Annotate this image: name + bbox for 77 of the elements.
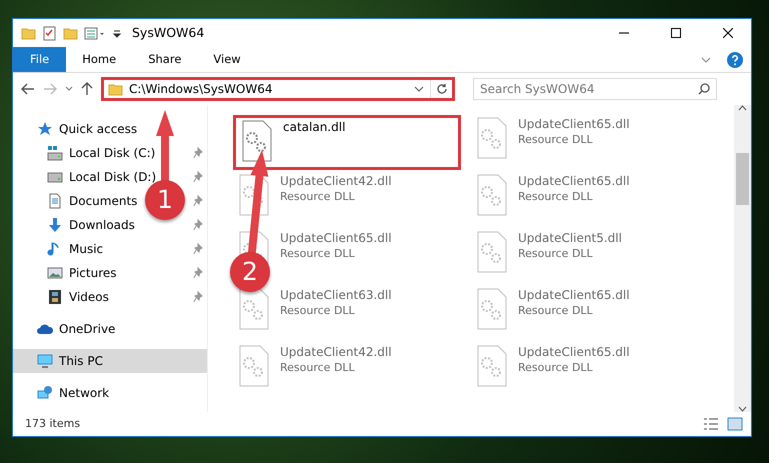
- down-arrow-icon: [47, 217, 63, 233]
- back-button[interactable]: [21, 83, 35, 95]
- picture-icon: [47, 265, 63, 281]
- file-name: UpdateClient65.dll: [280, 231, 392, 246]
- annotation-arrow: [156, 110, 174, 182]
- file-name: UpdateClient65.dll: [518, 345, 630, 360]
- forward-arrow-icon: [43, 83, 57, 95]
- scroll-down-icon[interactable]: [738, 406, 747, 412]
- file-name: UpdateClient65.dll: [518, 117, 630, 132]
- nav-item[interactable]: Pictures: [47, 264, 117, 282]
- file-type: Resource DLL: [518, 132, 594, 148]
- document-icon: [47, 193, 63, 209]
- nav-item[interactable]: Local Disk (C:): [47, 144, 156, 162]
- search-box[interactable]: Search SysWOW64: [473, 78, 717, 100]
- file-item[interactable]: catalan.dll: [233, 115, 461, 170]
- up-button[interactable]: [81, 82, 93, 96]
- file-name: catalan.dll: [283, 120, 346, 135]
- item-count: 173 items: [25, 416, 80, 432]
- file-item[interactable]: UpdateClient65.dll Resource DLL: [471, 286, 699, 341]
- back-arrow-icon: [21, 83, 35, 95]
- file-item[interactable]: UpdateClient5.dll Resource DLL: [471, 229, 699, 284]
- windows-drive-icon: [47, 145, 63, 161]
- nav-item[interactable]: Network: [37, 384, 110, 402]
- nav-item[interactable]: Documents: [47, 192, 138, 210]
- ribbon-tab[interactable]: View: [197, 47, 257, 72]
- scrollbar[interactable]: [734, 105, 751, 412]
- scroll-up-icon[interactable]: [738, 105, 747, 111]
- file-item[interactable]: UpdateClient65.dll Resource DLL: [471, 343, 699, 398]
- star-icon: [37, 121, 53, 137]
- help-icon[interactable]: [727, 52, 743, 68]
- address-bar[interactable]: C:\Windows\SysWOW64: [101, 77, 455, 101]
- window-title: SysWOW64: [132, 24, 204, 42]
- file-type: Resource DLL: [518, 303, 594, 319]
- nav-item[interactable]: OneDrive: [37, 320, 116, 338]
- chevron-down-icon[interactable]: [701, 56, 711, 62]
- scrollbar-thumb[interactable]: [736, 152, 749, 204]
- file-name: UpdateClient42.dll: [280, 174, 392, 189]
- file-name: UpdateClient65.dll: [518, 174, 630, 189]
- close-icon: [723, 28, 733, 38]
- file-type: Resource DLL: [518, 246, 594, 262]
- file-name: UpdateClient5.dll: [518, 231, 622, 246]
- file-name: UpdateClient63.dll: [280, 288, 392, 303]
- caret-icon: [65, 86, 73, 92]
- ribbon-tab[interactable]: Home: [66, 47, 132, 72]
- folder-icon: [108, 82, 123, 96]
- file-item[interactable]: UpdateClient42.dll Resource DLL: [233, 343, 461, 398]
- file-name: UpdateClient65.dll: [518, 288, 630, 303]
- maximize-icon: [671, 28, 681, 38]
- nav-item[interactable]: Quick access: [37, 120, 138, 138]
- network-icon: [37, 385, 53, 401]
- file-type: Resource DLL: [280, 303, 356, 319]
- up-arrow-icon: [81, 82, 93, 96]
- file-item[interactable]: UpdateClient65.dll Resource DLL: [471, 115, 699, 170]
- refresh-icon[interactable]: [436, 83, 448, 95]
- address-field[interactable]: C:\Windows\SysWOW64: [129, 80, 408, 98]
- details-view-icon[interactable]: [703, 417, 719, 431]
- checklist-icon[interactable]: [42, 26, 57, 40]
- file-type: Resource DLL: [280, 189, 356, 205]
- film-icon: [47, 289, 63, 305]
- file-name: UpdateClient42.dll: [280, 345, 392, 360]
- ribbon-tab[interactable]: Share: [132, 47, 198, 72]
- search-icon: [698, 83, 710, 95]
- large-icons-view-icon[interactable]: [727, 417, 743, 431]
- properties-icon[interactable]: [84, 26, 106, 40]
- ribbon-tab[interactable]: File: [13, 47, 66, 72]
- recent-locations-button[interactable]: [65, 86, 73, 92]
- nav-item[interactable]: Downloads: [47, 216, 135, 234]
- file-type: Resource DLL: [518, 360, 594, 376]
- file-item[interactable]: UpdateClient65.dll Resource DLL: [471, 172, 699, 227]
- file-type: Resource DLL: [280, 360, 356, 376]
- nav-item[interactable]: Music: [47, 240, 104, 258]
- nav-item[interactable]: This PC: [37, 352, 103, 370]
- nav-item[interactable]: Videos: [47, 288, 109, 306]
- file-type: Resource DLL: [280, 246, 356, 262]
- file-type: Resource DLL: [518, 189, 594, 205]
- monitor-icon: [37, 353, 53, 369]
- chevron-down-icon: [414, 86, 424, 92]
